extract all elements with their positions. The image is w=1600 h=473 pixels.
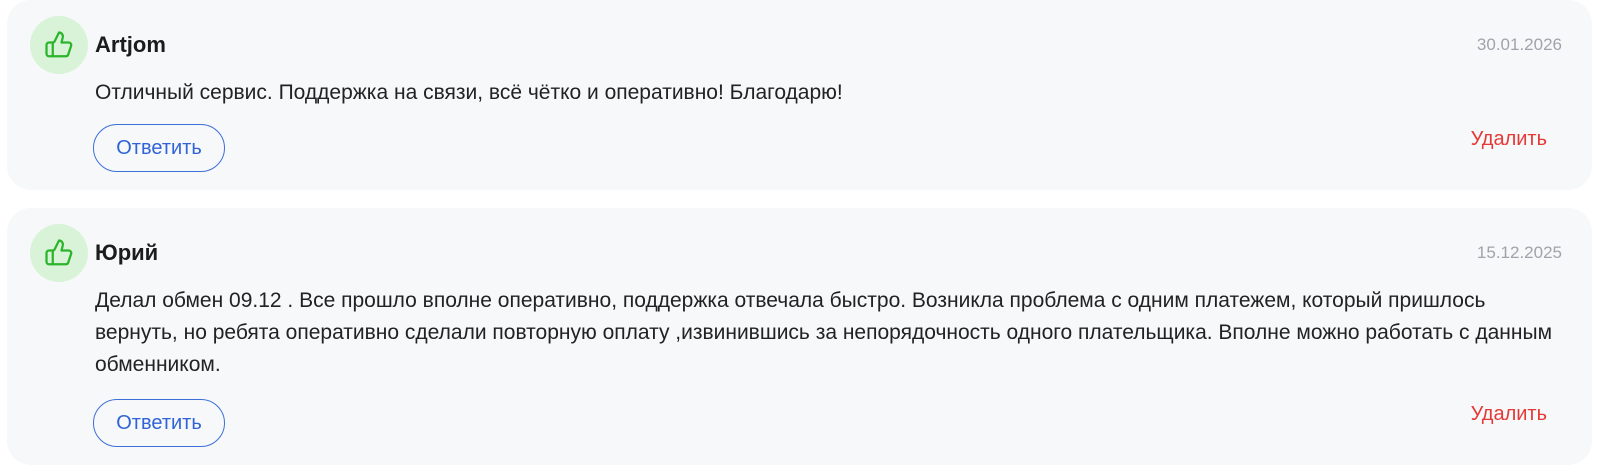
positive-rating-badge bbox=[30, 224, 88, 282]
review-card: Юрий 15.12.2025 Делал обмен 09.12 . Все … bbox=[7, 208, 1592, 465]
positive-rating-badge bbox=[30, 16, 88, 74]
review-author: Artjom bbox=[95, 32, 166, 57]
reply-button[interactable]: Ответить bbox=[93, 124, 225, 172]
review-author: Юрий bbox=[95, 240, 159, 265]
review-text: Отличный сервис. Поддержка на связи, всё… bbox=[95, 81, 843, 104]
thumbs-up-icon bbox=[45, 239, 73, 266]
thumbs-up-icon bbox=[45, 31, 73, 58]
review-text: Делал обмен 09.12 . Все прошло вполне оп… bbox=[95, 289, 1553, 376]
delete-link[interactable]: Удалить bbox=[1471, 127, 1547, 151]
review-date: 15.12.2025 bbox=[1476, 243, 1562, 262]
reply-button[interactable]: Ответить bbox=[93, 399, 225, 447]
delete-link[interactable]: Удалить bbox=[1471, 402, 1547, 426]
review-date: 30.01.2026 bbox=[1476, 35, 1562, 54]
review-card: Artjom 30.01.2026 Отличный сервис. Подде… bbox=[7, 0, 1592, 190]
